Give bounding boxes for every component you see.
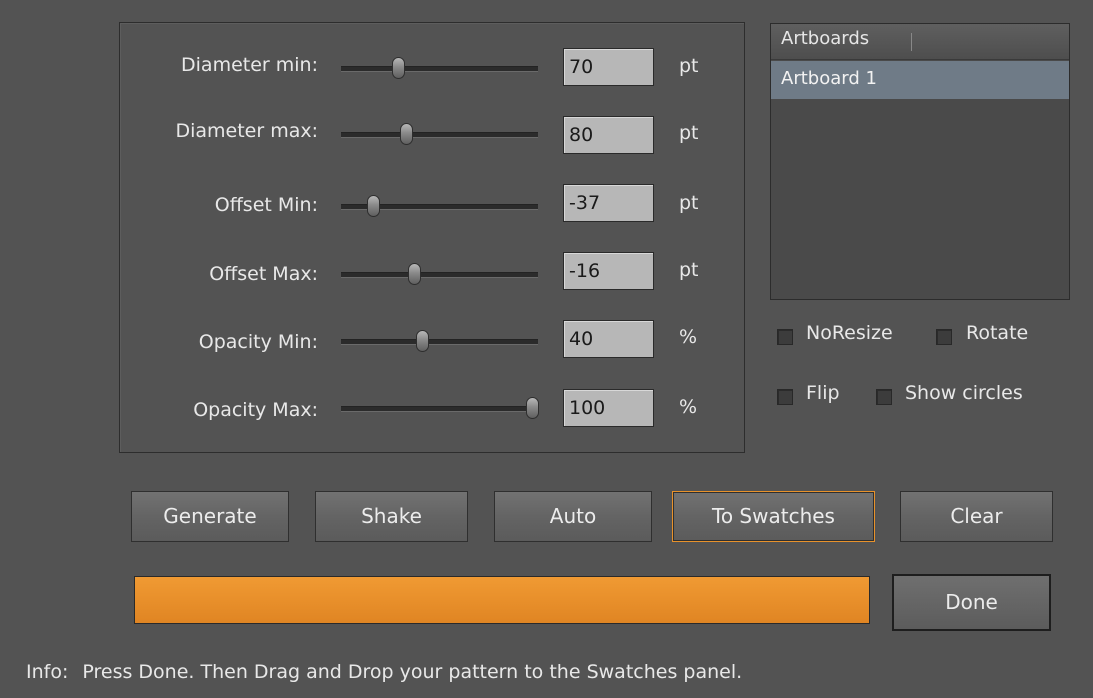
artboards-list[interactable]: Artboards Artboard 1 (770, 23, 1070, 300)
flip-checkbox[interactable] (777, 389, 793, 405)
shake-button[interactable]: Shake (315, 491, 468, 542)
generate-button[interactable]: Generate (131, 491, 289, 542)
diameter-min-slider-thumb[interactable] (392, 57, 405, 79)
diameter-max-input[interactable] (563, 116, 654, 154)
diameter-max-slider-thumb[interactable] (400, 123, 413, 145)
offset-min-input[interactable] (563, 184, 654, 222)
opacity-max-unit: % (679, 396, 698, 418)
opacity-min-slider-thumb[interactable] (416, 330, 429, 352)
opacity-min-unit: % (679, 326, 698, 348)
opacity-max-slider[interactable] (341, 397, 539, 419)
diameter-max-unit: pt (679, 122, 699, 144)
artboards-header-label: Artboards (781, 28, 870, 49)
show-circles-checkbox[interactable] (876, 389, 892, 405)
rotate-label: Rotate (966, 322, 1029, 344)
opacity-max-label: Opacity Max: (193, 399, 318, 421)
opacity-min-slider[interactable] (341, 330, 538, 352)
offset-max-input[interactable] (563, 252, 654, 290)
diameter-min-input[interactable] (563, 48, 654, 86)
opacity-min-input[interactable] (563, 320, 654, 358)
offset-max-slider[interactable] (341, 263, 538, 285)
opacity-max-slider-thumb[interactable] (526, 397, 539, 419)
to-swatches-button[interactable]: To Swatches (672, 491, 875, 542)
info-label: Info: (26, 661, 69, 683)
noresize-checkbox[interactable] (777, 329, 793, 345)
clear-button[interactable]: Clear (900, 491, 1053, 542)
diameter-min-label: Diameter min: (181, 54, 318, 76)
auto-button[interactable]: Auto (494, 491, 652, 542)
progress-bar (134, 576, 870, 624)
progress-fill (135, 577, 869, 623)
offset-min-unit: pt (679, 192, 699, 214)
rotate-checkbox[interactable] (936, 329, 952, 345)
offset-max-label: Offset Max: (209, 263, 318, 285)
artboards-list-header: Artboards (771, 24, 1069, 60)
opacity-min-label: Opacity Min: (198, 331, 318, 353)
info-text: Press Done. Then Drag and Drop your patt… (82, 661, 743, 683)
offset-min-slider-thumb[interactable] (367, 195, 380, 217)
flip-label: Flip (806, 382, 840, 404)
show-circles-label: Show circles (905, 382, 1023, 404)
diameter-max-slider[interactable] (341, 123, 538, 145)
artboard-list-item[interactable]: Artboard 1 (771, 61, 1069, 99)
diameter-min-unit: pt (679, 55, 699, 77)
offset-min-label: Offset Min: (214, 194, 318, 216)
offset-min-slider[interactable] (341, 195, 538, 217)
artboard-item-label: Artboard 1 (781, 68, 877, 89)
diameter-max-label: Diameter max: (175, 120, 318, 142)
done-button[interactable]: Done (892, 574, 1051, 631)
opacity-max-input[interactable] (563, 389, 654, 427)
noresize-label: NoResize (806, 322, 893, 344)
info-line: Info: Press Done. Then Drag and Drop your… (26, 661, 742, 683)
offset-max-unit: pt (679, 259, 699, 281)
offset-max-slider-thumb[interactable] (408, 263, 421, 285)
column-separator[interactable] (911, 33, 912, 51)
diameter-min-slider[interactable] (341, 57, 538, 79)
